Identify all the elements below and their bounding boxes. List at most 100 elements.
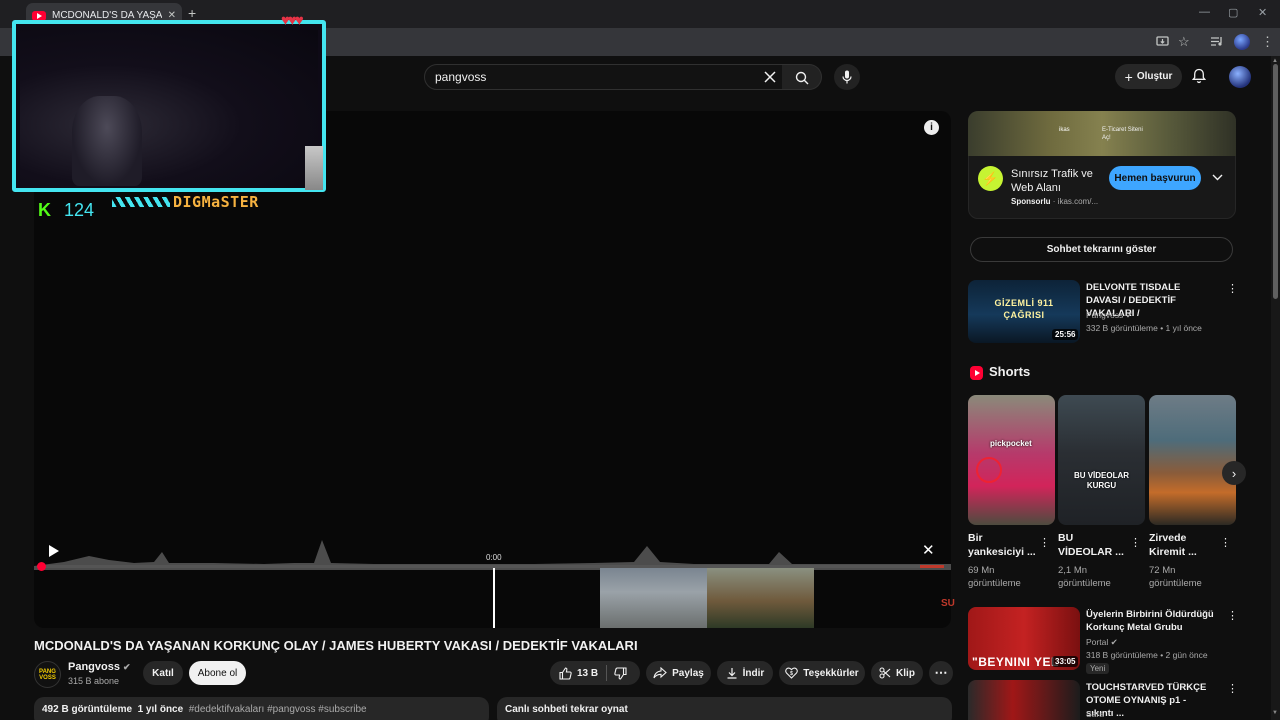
install-app-icon[interactable] [1156,35,1169,48]
channel-name-text[interactable]: Pangvoss [68,661,120,673]
short-title[interactable]: Zirvede Kiremit ... [1149,531,1221,559]
recommended-title[interactable]: TOUCHSTARVED TÜRKÇE OTOME OYNANIŞ p1 - s… [1086,681,1216,720]
browser-menu-icon[interactable]: ⋮ [1261,34,1274,50]
join-button[interactable]: Katıl [143,661,183,685]
hearts-icon: ♥♥♥ [281,12,304,29]
more-actions-button[interactable]: ⋯ [929,661,953,685]
like-divider [606,665,607,681]
new-badge: Yeni [1086,663,1110,674]
scroll-up-arrow-icon[interactable]: ▲ [1272,58,1278,64]
overlay-stripes [112,197,170,207]
ad-meta: Sponsorlu · ikas.com/... [1011,197,1098,206]
new-tab-button[interactable]: + [188,5,196,21]
storyboard-frame [600,568,707,628]
like-count: 13 B [577,667,599,679]
ad-cta-button[interactable]: Hemen başvurun [1109,166,1201,190]
short-title[interactable]: Bir yankesiciyi ... [968,531,1040,559]
short-thumbnail[interactable]: BU VİDEOLAR KURGU [1058,395,1145,525]
maximize-window-button[interactable]: ▢ [1228,6,1238,19]
bookmark-star-icon[interactable]: ☆ [1178,34,1190,50]
show-chat-replay-button[interactable]: Sohbet tekrarını göster [970,237,1233,262]
more-options-icon[interactable]: ⋮ [1227,609,1238,622]
browser-profile-avatar[interactable] [1234,34,1250,50]
heatmap-waveform [34,540,951,570]
clip-button[interactable]: Klip [871,661,923,685]
thumbnail-text: "BEYNINI YEL [972,655,1059,669]
share-icon [653,667,667,679]
minimize-window-button[interactable]: — [1199,6,1210,18]
short-thumbnail[interactable] [1149,395,1236,525]
search-query: pangvoss [435,70,487,84]
subscriber-count: 315 B abone [68,676,120,686]
recommended-thumbnail[interactable] [968,680,1080,720]
more-options-icon[interactable]: ⋮ [1130,536,1141,549]
ad-title[interactable]: Sınırsız Trafik ve Web Alanı [1011,167,1105,195]
ad-banner-line-1: E-Ticaret Siteni [1102,127,1143,133]
download-label: İndir [742,667,765,679]
more-options-icon[interactable]: ⋮ [1227,282,1238,295]
thanks-button[interactable]: $ Teşekkürler [779,661,865,685]
follower-count: 124 [64,200,95,220]
scrollbar-thumb[interactable] [1273,64,1278,299]
recommended-channel[interactable]: Pangvoss ✔ [1086,310,1133,321]
play-icon[interactable] [49,545,59,557]
subscribe-button[interactable]: Abone ol [189,661,246,685]
video-duration: 33:05 [1052,656,1079,667]
thumbs-down-icon[interactable] [614,667,627,680]
short-overlay-text: pickpocket [990,439,1032,448]
short-overlay-text: BU VİDEOLAR KURGU [1073,471,1130,490]
recommended-channel[interactable]: Sara [1086,709,1104,719]
video-info-icon[interactable]: i [924,120,939,135]
video-duration: 25:56 [1052,329,1079,340]
plus-icon: + [1124,68,1133,85]
progress-scrubber[interactable] [37,562,46,571]
storyboard-label: SU [941,598,955,609]
clear-search-icon[interactable] [763,70,777,84]
search-button[interactable] [782,64,822,90]
scroll-down-arrow-icon[interactable]: ▼ [1272,710,1278,716]
close-overlay-icon[interactable]: ✕ [922,541,935,559]
share-button[interactable]: Paylaş [646,661,711,685]
webcam-person [72,96,142,186]
short-thumbnail[interactable]: pickpocket [968,395,1055,525]
recommended-stats: 318 B görüntüleme • 2 gün önce [1086,650,1208,660]
highlight-circle [976,457,1002,483]
more-options-icon[interactable]: ⋮ [1220,536,1231,549]
youtube-favicon-icon [32,10,46,21]
voice-search-button[interactable] [834,64,860,90]
description-box[interactable]: 492 B görüntüleme 1 yıl önce #dedektifva… [34,697,489,720]
recommended-channel[interactable]: Portal ✔ [1086,637,1118,648]
shorts-logo-icon [970,366,983,380]
notifications-bell-icon[interactable] [1192,68,1206,84]
chevron-down-icon[interactable] [1212,174,1223,181]
streamer-banner: DIGMaSTER [173,193,259,211]
channel-avatar[interactable]: PANG VOSS [34,661,61,688]
shorts-next-button[interactable]: › [1222,461,1246,485]
close-window-button[interactable]: ✕ [1258,6,1267,19]
recommended-title[interactable]: Üyelerin Birbirini Öldürdüğü Korkunç Met… [1086,608,1216,634]
upload-age: 1 yıl önce [137,704,184,715]
hashtags[interactable]: #dedektifvakaları #pangvoss #subscribe [189,704,367,715]
channel-label: Portal [1086,637,1109,647]
verified-icon: ✔ [1110,637,1118,647]
channel-name[interactable]: Pangvoss ✔ [68,661,131,673]
ad-banner-line-2: Aç! [1102,135,1111,141]
media-controls-icon[interactable] [1210,36,1223,47]
replay-chat-box[interactable]: Canlı sohbeti tekrar oynat [497,697,952,720]
more-options-icon[interactable]: ⋮ [1227,682,1238,695]
create-button[interactable]: + Oluştur [1115,64,1182,89]
short-title[interactable]: BU VİDEOLAR ... [1058,531,1130,559]
download-button[interactable]: İndir [717,661,773,685]
thumbs-up-icon [559,666,572,680]
channel-label: Pangvoss [1086,310,1124,320]
kick-logo-icon: K [38,200,51,220]
view-count: 492 B görüntüleme [42,704,133,715]
storyboard-frame [707,568,814,628]
video-title: MCDONALD'S DA YAŞANAN KORKUNÇ OLAY / JAM… [34,638,638,653]
scissors-icon [879,667,891,679]
more-options-icon[interactable]: ⋮ [1039,536,1050,549]
recommended-stats: 332 B görüntüleme • 1 yıl önce [1086,323,1202,333]
search-input[interactable]: pangvoss [424,64,783,90]
short-views: 69 Mn görüntüleme [968,565,1021,589]
account-avatar[interactable] [1229,66,1251,88]
